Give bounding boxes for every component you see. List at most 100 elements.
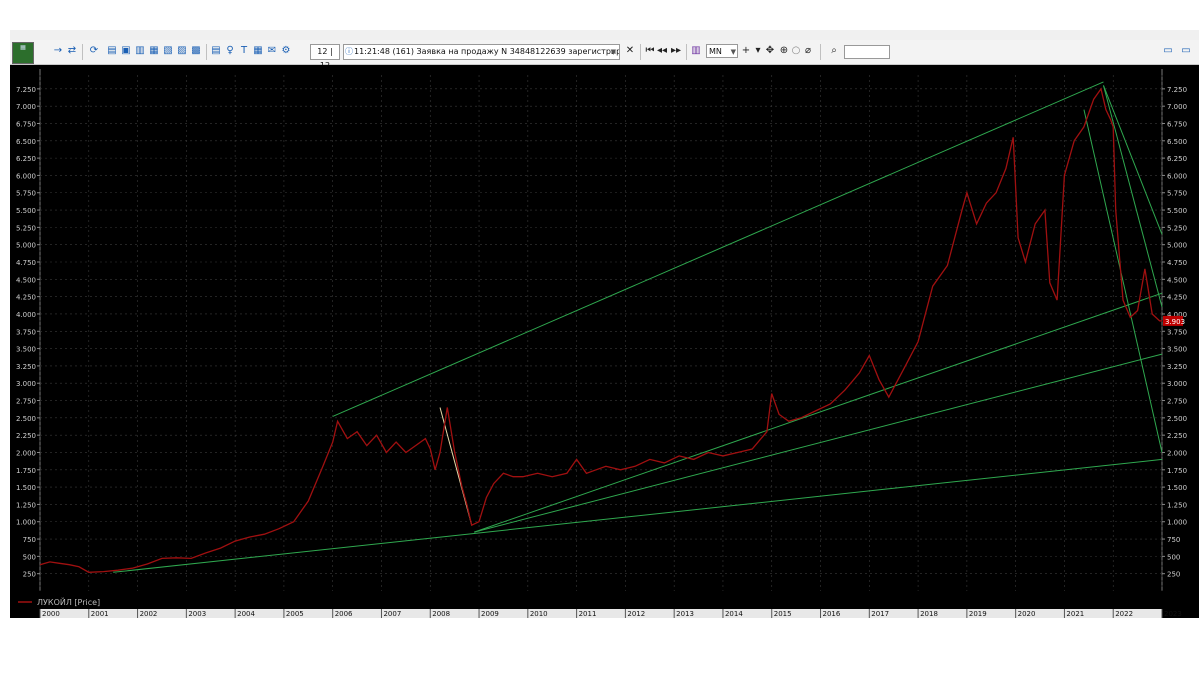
y-tick-label: 3.750 (1167, 328, 1187, 336)
y-tick-label: 3.000 (1167, 380, 1187, 388)
timeframe-select[interactable]: MN ▼ (706, 44, 738, 58)
x-tick-label: 2012 (627, 610, 645, 618)
dropdown-icon[interactable]: ▾ (752, 45, 764, 56)
y-tick-label: 1.000 (16, 519, 36, 527)
x-tick-label: 2022 (1115, 610, 1133, 618)
y-tick-label: 4.500 (1167, 276, 1187, 284)
y-tick-label: 2.500 (1167, 415, 1187, 423)
first-page-icon[interactable]: ⏮ (644, 45, 656, 56)
y-tick-label: 4.500 (16, 276, 36, 284)
arrow-right-icon[interactable]: → (52, 45, 64, 56)
y-tick-label: 1.250 (16, 501, 36, 509)
y-tick-label: 6.250 (16, 155, 36, 163)
circle-icon[interactable]: ○ (790, 45, 802, 56)
y-tick-label: 250 (23, 571, 36, 579)
trend-line (332, 81, 1104, 417)
orders-icon[interactable]: ▥ (134, 45, 146, 56)
x-tick-label: 2009 (481, 610, 499, 618)
y-tick-label: 1.750 (1167, 467, 1187, 475)
window-icon[interactable]: ▣ (120, 45, 132, 56)
status-message-field[interactable]: ⓘ11:21:48 (161) Заявка на продажу N 3484… (343, 44, 620, 60)
y-tick-label: 1.500 (16, 484, 36, 492)
chevron-down-icon[interactable]: ▼ (611, 45, 616, 59)
toolbar-separator (206, 44, 207, 60)
current-price-label: 3.903 (1165, 318, 1185, 326)
status-message-text: 11:21:48 (161) Заявка на продажу N 34848… (354, 47, 620, 56)
y-tick-label: 750 (23, 536, 36, 544)
target-icon[interactable]: ⊕ (778, 45, 790, 56)
y-tick-label: 6.750 (16, 120, 36, 128)
y-tick-label: 2.250 (1167, 432, 1187, 440)
chart-window-icon[interactable]: ▦ (148, 45, 160, 56)
page-counter[interactable]: 12 | 12 (310, 44, 340, 70)
price-chart[interactable]: 250 500 750 1.000 1.250 1.500 1.750 2.000 2.250 2… (10, 65, 1199, 618)
eraser-icon[interactable]: ⌀ (802, 45, 814, 56)
y-tick-label: 6.500 (16, 138, 36, 146)
messages-icon[interactable]: ✉ (266, 45, 278, 56)
y-tick-label: 6.000 (16, 172, 36, 180)
alerts-icon[interactable]: ▦ (252, 45, 264, 56)
chat-icon[interactable]: ▭ (1162, 45, 1174, 56)
news-icon[interactable]: ▤ (210, 45, 222, 56)
y-tick-label: 7.250 (1167, 86, 1187, 94)
y-tick-label: 2.500 (16, 415, 36, 423)
y-tick-label: 250 (1167, 571, 1180, 579)
y-tick-label: 2.750 (1167, 398, 1187, 406)
toolbar-separator (640, 44, 641, 60)
y-tick-label: 3.250 (1167, 363, 1187, 371)
x-tick-label: 2000 (42, 610, 60, 618)
next-page-icon[interactable]: ▸▸ (670, 45, 682, 56)
settings-icon[interactable]: ⚙ (280, 45, 292, 56)
comments-icon[interactable]: ▭ (1180, 45, 1192, 56)
x-tick-label: 2003 (188, 610, 206, 618)
y-tick-label: 6.000 (1167, 172, 1187, 180)
y-tick-label: 750 (1167, 536, 1180, 544)
bar-chart-icon[interactable]: ▥ (690, 45, 702, 56)
chart-canvas[interactable]: 250 500 750 1.000 1.250 1.500 1.750 2.000 2.250 2… (10, 65, 1199, 618)
y-tick-label: 3.500 (1167, 346, 1187, 354)
x-tick-label: 2013 (676, 610, 694, 618)
x-tick-label: 2014 (725, 610, 743, 618)
menu-bar (10, 30, 1199, 40)
y-tick-label: 1.250 (1167, 501, 1187, 509)
move-icon[interactable]: ✥ (764, 45, 776, 56)
y-tick-label: 5.000 (16, 242, 36, 250)
y-tick-label: 2.250 (16, 432, 36, 440)
trend-line (1102, 85, 1163, 235)
x-tick-label: 2007 (383, 610, 401, 618)
prev-page-icon[interactable]: ◂◂ (656, 45, 668, 56)
y-tick-label: 500 (1167, 553, 1180, 561)
quotes-icon[interactable]: ▧ (162, 45, 174, 56)
legend-label: ЛУКОЙЛ [Price] (37, 596, 100, 607)
x-tick-label: 2011 (579, 610, 597, 618)
trading-terminal-window: ▦ → ⇄ ⟳ ▤ ▣ ▥ ▦ ▧ ▨ ▩ ▤ ♀ T ▦ ✉ ⚙ 12 | 1… (10, 30, 1199, 618)
y-tick-label: 5.250 (16, 224, 36, 232)
search-input[interactable] (844, 45, 890, 59)
chevron-down-icon: ▼ (730, 48, 736, 56)
trend-line (474, 353, 1163, 533)
y-tick-label: 5.750 (1167, 190, 1187, 198)
x-tick-label: 2004 (237, 610, 255, 618)
level2-icon[interactable]: ▨ (176, 45, 188, 56)
portfolio-icon[interactable]: ▩ (190, 45, 202, 56)
connect-icon[interactable]: ⇄ (66, 45, 78, 56)
close-icon[interactable]: ✕ (624, 45, 636, 56)
x-axis-band (40, 609, 1162, 618)
lamp-icon[interactable]: ♀ (224, 45, 236, 56)
y-tick-label: 1.750 (16, 467, 36, 475)
y-tick-label: 3.000 (16, 380, 36, 388)
info-icon: ⓘ (345, 47, 353, 56)
y-tick-label: 3.500 (16, 346, 36, 354)
x-tick-label: 2002 (140, 610, 158, 618)
timeframe-value: MN (709, 47, 722, 56)
table-icon[interactable]: ▤ (106, 45, 118, 56)
y-tick-label: 4.750 (16, 259, 36, 267)
crosshair-icon[interactable]: + (740, 45, 752, 56)
x-tick-label: 2006 (335, 610, 353, 618)
y-tick-label: 2.750 (16, 398, 36, 406)
search-icon[interactable]: ⌕ (828, 45, 840, 56)
y-tick-label: 6.750 (1167, 120, 1187, 128)
refresh-icon[interactable]: ⟳ (88, 45, 100, 56)
y-tick-label: 7.000 (1167, 103, 1187, 111)
text-icon[interactable]: T (238, 45, 250, 56)
